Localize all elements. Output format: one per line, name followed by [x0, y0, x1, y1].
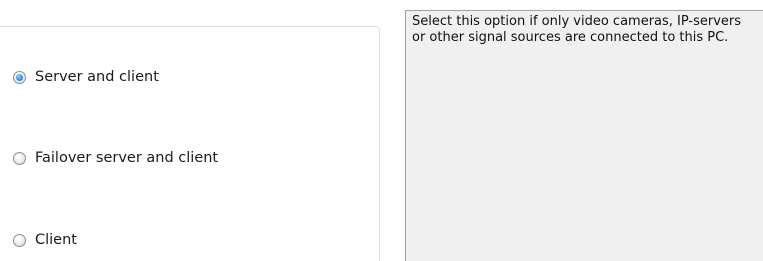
radio-option-label: Failover server and client: [35, 150, 219, 166]
installation-mode-page: Server and client Failover server and cl…: [0, 0, 763, 261]
radio-button-icon[interactable]: [13, 233, 26, 247]
radio-option-server-and-client[interactable]: Server and client: [13, 68, 159, 86]
radio-button-selected-icon[interactable]: [13, 70, 26, 84]
install-mode-options-group: [0, 26, 380, 261]
radio-option-failover-server-and-client[interactable]: Failover server and client: [13, 149, 218, 167]
option-description-panel: Select this option if only video cameras…: [405, 10, 763, 261]
radio-option-label: Server and client: [35, 69, 159, 85]
radio-option-client[interactable]: Client: [13, 231, 77, 249]
radio-option-label: Client: [35, 232, 77, 248]
option-description-text: Select this option if only video cameras…: [412, 14, 742, 45]
radio-button-icon[interactable]: [13, 151, 26, 165]
